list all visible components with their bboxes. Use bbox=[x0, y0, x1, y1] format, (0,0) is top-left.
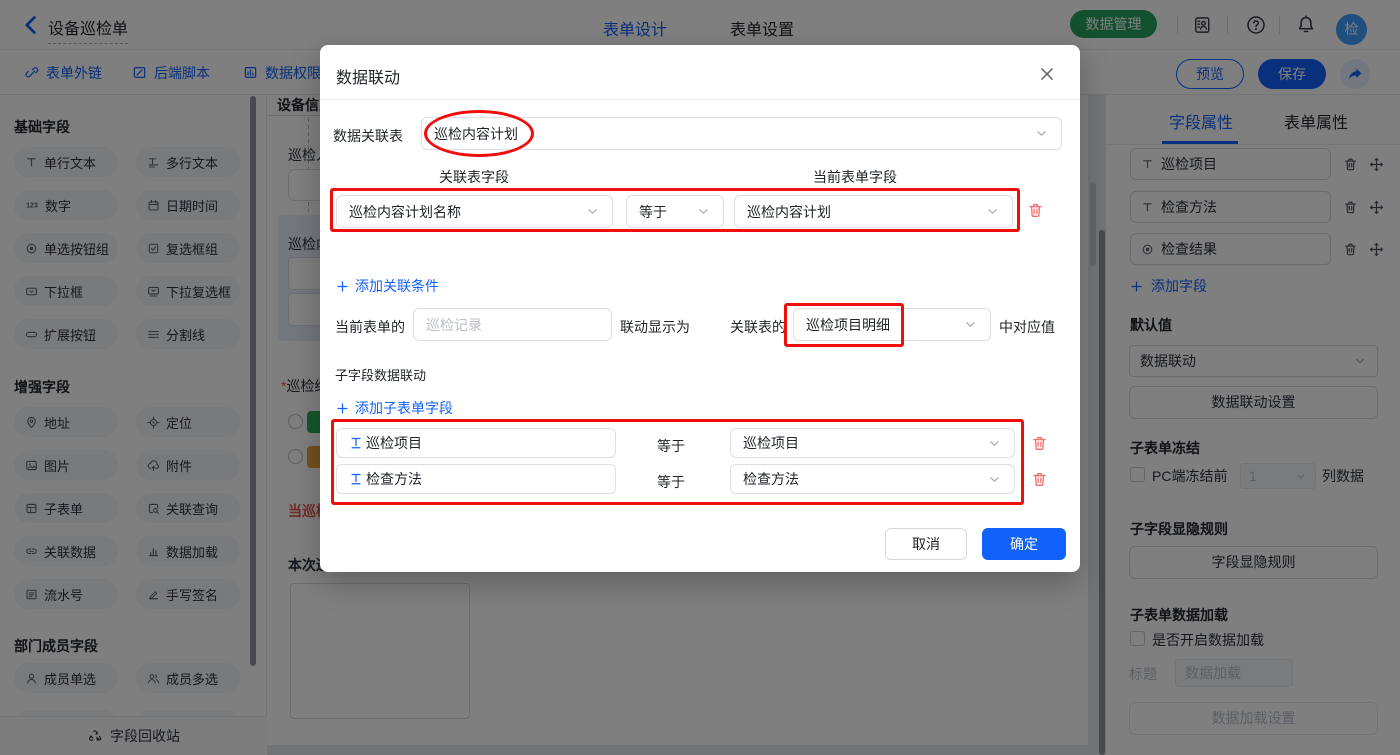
subfield-value-select[interactable]: 巡检项目 bbox=[730, 428, 1015, 458]
condition-operator-select[interactable]: 等于 bbox=[626, 195, 724, 228]
close-icon[interactable] bbox=[1038, 65, 1056, 83]
plus-icon bbox=[336, 280, 349, 293]
chevron-down-icon bbox=[987, 472, 1002, 487]
plus-icon bbox=[336, 402, 349, 415]
chevron-down-icon bbox=[696, 204, 711, 219]
display-middle-label: 联动显示为 bbox=[620, 317, 690, 337]
display-field-input[interactable]: 巡检记录 bbox=[413, 308, 612, 341]
column-header-left: 关联表字段 bbox=[439, 167, 509, 187]
subfield-section-label: 子字段数据联动 bbox=[335, 365, 426, 384]
text-underline-icon bbox=[349, 472, 363, 486]
chevron-down-icon bbox=[1034, 126, 1049, 141]
subfield-name-box[interactable]: 检查方法 bbox=[336, 464, 616, 494]
add-subfield-link[interactable]: 添加子表单字段 bbox=[336, 398, 453, 418]
modal-title: 数据联动 bbox=[336, 64, 400, 88]
chevron-down-icon bbox=[985, 204, 1000, 219]
confirm-button[interactable]: 确定 bbox=[982, 528, 1066, 560]
chevron-down-icon bbox=[987, 436, 1002, 451]
column-header-right: 当前表单字段 bbox=[813, 167, 897, 187]
relation-table-label: 数据关联表 bbox=[333, 126, 403, 146]
chevron-down-icon bbox=[963, 317, 978, 332]
related-field-select[interactable]: 巡检项目明细 bbox=[793, 308, 991, 341]
relation-table-select[interactable]: 巡检内容计划 bbox=[421, 117, 1062, 150]
related-table-label: 关联表的 bbox=[730, 317, 786, 337]
condition-left-select[interactable]: 巡检内容计划名称 bbox=[336, 195, 613, 228]
divider bbox=[320, 99, 1080, 100]
delete-subfield-icon[interactable] bbox=[1031, 471, 1048, 488]
condition-right-select[interactable]: 巡检内容计划 bbox=[734, 195, 1013, 228]
delete-subfield-icon[interactable] bbox=[1031, 435, 1048, 452]
display-prefix-label: 当前表单的 bbox=[335, 317, 405, 337]
delete-condition-icon[interactable] bbox=[1027, 202, 1044, 219]
add-condition-link[interactable]: 添加关联条件 bbox=[336, 276, 439, 296]
display-suffix-label: 中对应值 bbox=[999, 317, 1055, 337]
cancel-button[interactable]: 取消 bbox=[885, 528, 967, 560]
data-linkage-modal: 数据联动 数据关联表 巡检内容计划 关联表字段 当前表单字段 巡检内容计划名称 … bbox=[320, 45, 1080, 572]
subfield-operator: 等于 bbox=[657, 472, 685, 492]
app-window: 设备巡检单 表单设计 表单设置 数据管理 检 表单外链 后端脚本 数据权限 预览… bbox=[0, 0, 1400, 755]
subfield-operator: 等于 bbox=[657, 436, 685, 456]
subfield-name-box[interactable]: 巡检项目 bbox=[336, 428, 616, 458]
chevron-down-icon bbox=[585, 204, 600, 219]
subfield-value-select[interactable]: 检查方法 bbox=[730, 464, 1015, 494]
text-underline-icon bbox=[349, 436, 363, 450]
